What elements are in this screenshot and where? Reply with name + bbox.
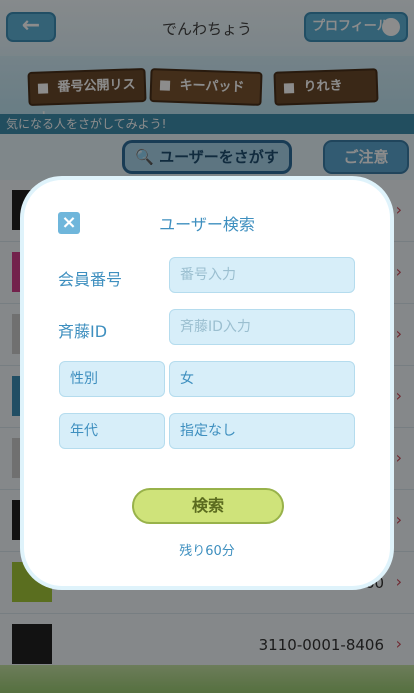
gender-select[interactable]: 女 xyxy=(169,361,355,397)
member-number-field[interactable]: 番号入力 xyxy=(169,257,355,293)
age-select[interactable]: 指定なし xyxy=(169,413,355,449)
age-label: 年代 xyxy=(59,413,165,449)
saito-id-label: 斉藤ID xyxy=(58,322,108,341)
modal-title: ユーザー検索 xyxy=(159,215,255,234)
member-number-label: 会員番号 xyxy=(58,270,123,289)
gender-label: 性別 xyxy=(59,361,165,397)
search-submit-button[interactable]: 検索 xyxy=(132,488,284,524)
saito-id-field[interactable]: 斉藤ID入力 xyxy=(169,309,355,345)
remaining-time: 残り60分 xyxy=(179,544,235,559)
